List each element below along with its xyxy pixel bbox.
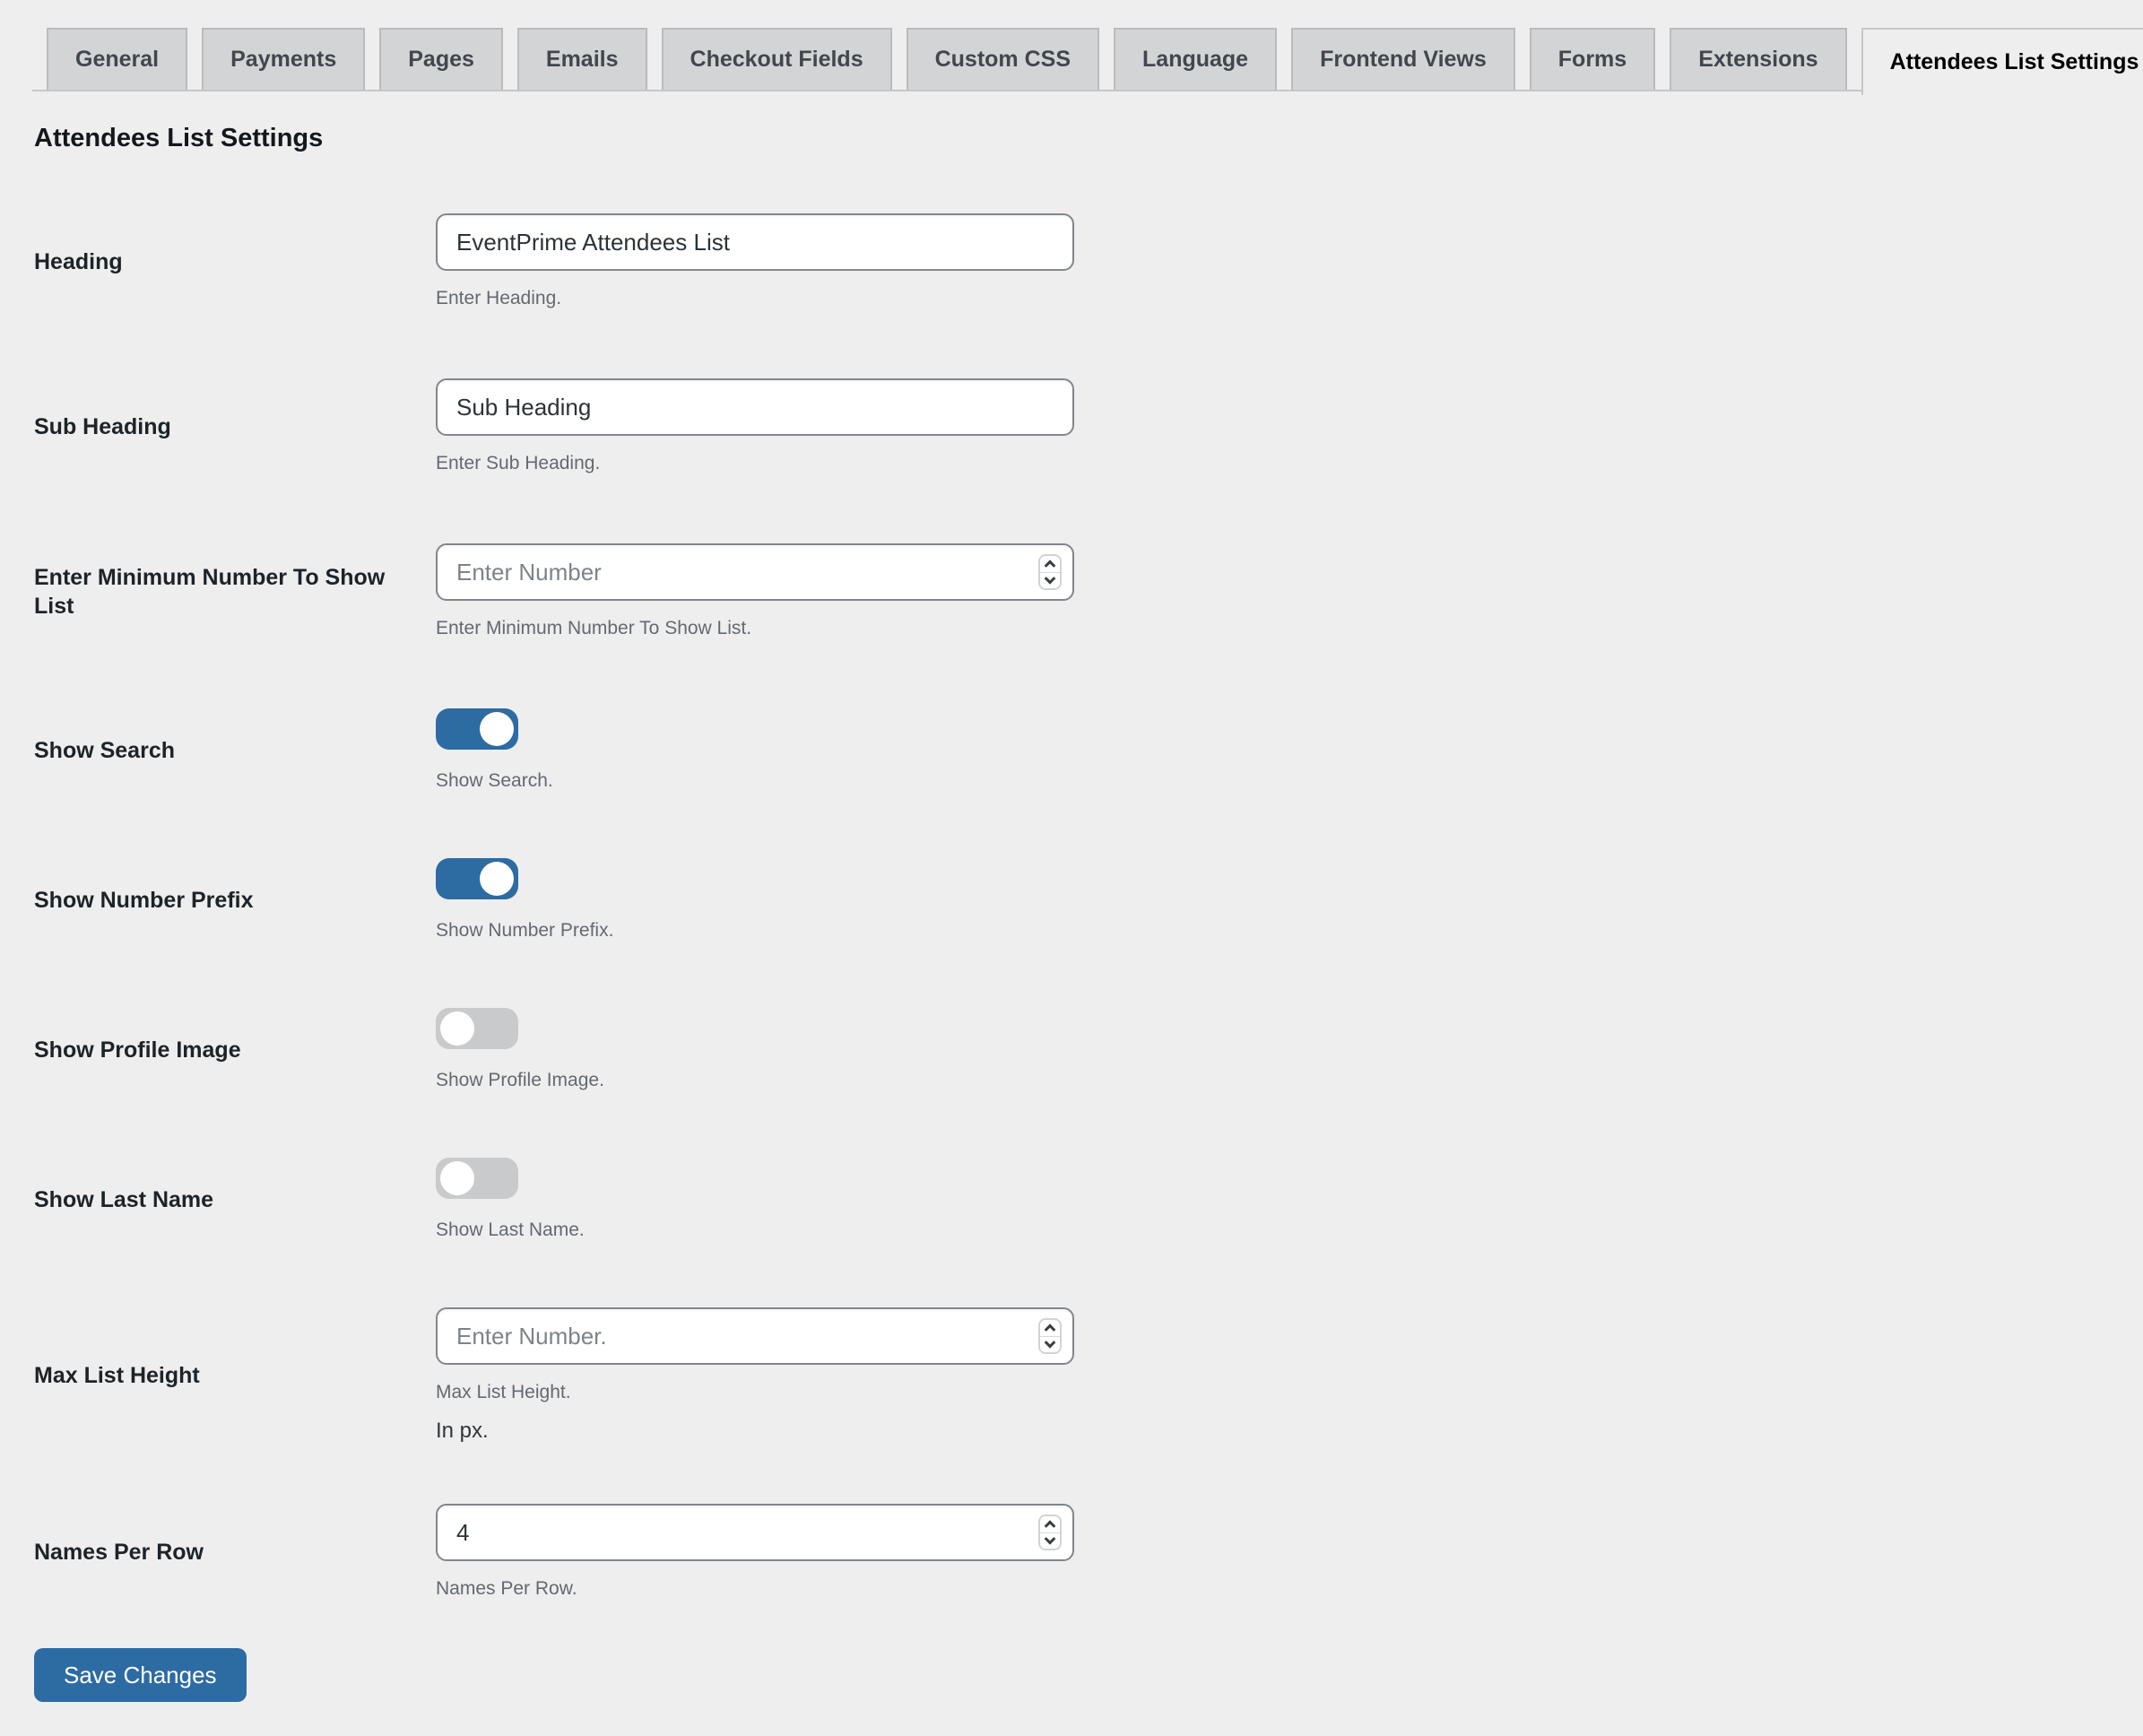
toggle-knob [440,1161,474,1195]
stepper-up-icon[interactable] [1040,1516,1060,1533]
heading-input[interactable] [436,213,1074,271]
toggle-knob [480,712,514,746]
field-help-text: Show Last Name. [436,1220,585,1240]
stepper-up-icon[interactable] [1040,556,1060,573]
field-help-text: Enter Sub Heading. [436,453,601,473]
stepper-down-icon[interactable] [1040,573,1060,589]
field-help-text: Show Number Prefix. [436,920,614,941]
field-row-show-last-name: Show Last Name Show Last Name. [34,1158,2143,1242]
toggle-knob [480,862,514,896]
field-row-show-number-prefix: Show Number Prefix Show Number Prefix. [34,858,2143,942]
show-number-prefix-label: Show Number Prefix [34,888,254,913]
heading-label: Heading [34,249,123,274]
tab-extensions[interactable]: Extensions [1670,28,1847,90]
tab-emails[interactable]: Emails [516,28,647,90]
page-title: Attendees List Settings [34,124,324,152]
field-row-show-search: Show Search Show Search. [34,708,2143,793]
tab-forms[interactable]: Forms [1529,28,1656,90]
show-search-label: Show Search [34,738,175,763]
number-stepper[interactable] [1038,554,1062,590]
tab-attendees-list-settings[interactable]: Attendees List Settings [1861,28,2143,95]
tab-language[interactable]: Language [1114,28,1278,90]
show-profile-image-label: Show Profile Image [34,1037,241,1063]
field-help-text: Max List Height. [436,1382,571,1402]
settings-form: Heading Enter Heading. Sub Heading Enter Su… [34,213,2143,1601]
stepper-up-icon[interactable] [1040,1320,1060,1337]
field-row-show-profile-image: Show Profile Image Show Profile Image. [34,1008,2143,1092]
field-row-sub-heading: Sub Heading Enter Sub Heading. [34,378,2143,475]
show-last-name-toggle[interactable] [436,1158,518,1199]
names-per-row-label: Names Per Row [34,1540,204,1565]
field-row-max-list-height: Max List Height Max List Height. In px. [34,1307,2143,1444]
settings-panel: Attendees List Settings Heading Enter Hea… [0,124,2143,1702]
max-list-height-label: Max List Height [34,1363,200,1388]
enter-minimum-number-to-show-list-input[interactable] [436,543,1074,601]
stepper-down-icon[interactable] [1040,1337,1060,1353]
number-stepper[interactable] [1038,1515,1062,1550]
max-list-height-input[interactable] [436,1307,1074,1365]
enter-minimum-number-to-show-list-label: Enter Minimum Number To Show List [34,565,386,619]
field-row-names-per-row: Names Per Row Names Per Row. [34,1504,2143,1601]
toggle-knob [440,1011,474,1046]
show-search-toggle[interactable] [436,708,518,750]
tab-custom-css[interactable]: Custom CSS [906,28,1100,90]
field-note-text: In px. [436,1419,489,1443]
sub-heading-input[interactable] [436,378,1074,436]
tab-pages[interactable]: Pages [379,28,503,90]
show-last-name-label: Show Last Name [34,1187,214,1212]
save-changes-button[interactable]: Save Changes [34,1648,247,1702]
field-row-enter-minimum-number-to-show-list: Enter Minimum Number To Show List Enter M… [34,543,2143,640]
field-help-text: Enter Minimum Number To Show List. [436,618,752,638]
field-help-text: Show Profile Image. [436,1070,604,1090]
tab-checkout-fields[interactable]: Checkout Fields [661,28,892,90]
tab-general[interactable]: General [47,28,188,90]
field-row-heading: Heading Enter Heading. [34,213,2143,310]
settings-tab-bar: General Payments Pages Emails Checkout Field… [32,28,2143,95]
number-stepper[interactable] [1038,1318,1062,1354]
tab-payments[interactable]: Payments [202,28,366,90]
sub-heading-label: Sub Heading [34,414,171,439]
show-number-prefix-toggle[interactable] [436,858,518,899]
stepper-down-icon[interactable] [1040,1533,1060,1549]
field-help-text: Enter Heading. [436,288,562,308]
field-help-text: Names Per Row. [436,1578,577,1599]
field-help-text: Show Search. [436,770,553,791]
names-per-row-input[interactable] [436,1504,1074,1561]
show-profile-image-toggle[interactable] [436,1008,518,1049]
tab-frontend-views[interactable]: Frontend Views [1291,28,1515,90]
